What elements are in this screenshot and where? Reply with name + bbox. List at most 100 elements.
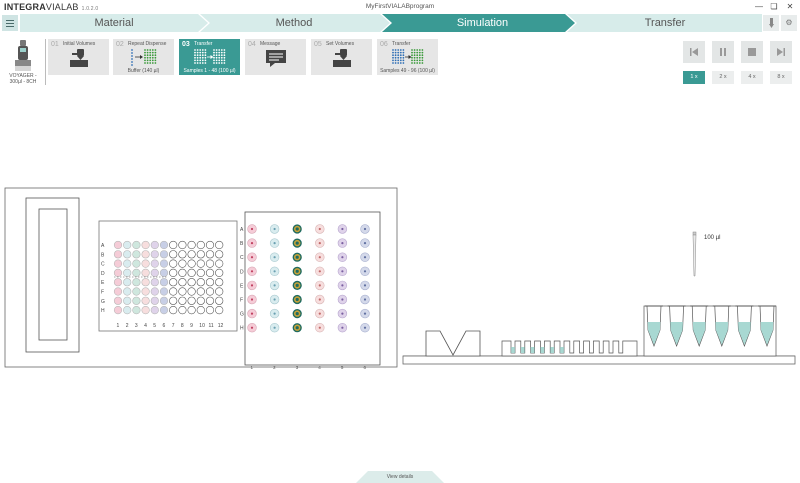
plate-96-well[interactable]	[196, 306, 205, 315]
plate-96-well[interactable]	[178, 250, 187, 259]
plate-96-well[interactable]	[123, 306, 132, 315]
plate-96-well[interactable]	[215, 268, 224, 278]
plate-96-well[interactable]	[113, 259, 123, 268]
plate-96-well[interactable]	[159, 259, 169, 268]
plate-96-well[interactable]	[113, 278, 123, 287]
plate-96-well[interactable]	[169, 306, 178, 315]
plate-96-well[interactable]	[178, 259, 187, 268]
plate-96-well[interactable]	[113, 268, 123, 278]
plate-96-well[interactable]	[205, 250, 215, 259]
plate-96-well[interactable]	[205, 268, 215, 278]
plate-96-well[interactable]	[123, 268, 132, 278]
plate-96-well[interactable]	[150, 240, 159, 250]
plate-96-well[interactable]	[141, 278, 150, 287]
plate-96-well[interactable]	[169, 259, 178, 268]
plate-96-well[interactable]	[178, 287, 187, 296]
plate-96-well[interactable]	[215, 278, 224, 287]
plate-96-well[interactable]	[150, 278, 159, 287]
plate-96-well[interactable]	[215, 259, 224, 268]
plate-96-well[interactable]	[178, 278, 187, 287]
plate-96-well[interactable]	[169, 268, 178, 278]
plate-96-well[interactable]	[169, 240, 178, 250]
plate-96-well[interactable]	[169, 287, 178, 296]
plate-96-well[interactable]	[113, 250, 123, 259]
plate-96-well[interactable]	[159, 240, 169, 250]
plate-96-well[interactable]	[215, 306, 224, 315]
plate-96-well[interactable]	[141, 287, 150, 296]
plate-96-well[interactable]	[196, 278, 205, 287]
plate-96-well[interactable]	[132, 250, 141, 259]
plate-96-well[interactable]	[132, 268, 141, 278]
plate-96-well[interactable]	[141, 306, 150, 315]
plate-96-well[interactable]	[123, 259, 132, 268]
plate-96-well[interactable]	[113, 296, 123, 305]
plate-96-well[interactable]	[123, 278, 132, 287]
plate-96-well[interactable]	[187, 259, 196, 268]
plate-96-well[interactable]	[187, 240, 196, 250]
plate-96-well[interactable]	[141, 296, 150, 305]
plate-96-well[interactable]	[196, 287, 205, 296]
plate-96-well[interactable]	[132, 287, 141, 296]
plate-96-well[interactable]	[205, 240, 215, 250]
plate-96-well[interactable]	[150, 296, 159, 305]
plate-96-well[interactable]	[113, 287, 123, 296]
plate-96-well[interactable]	[159, 250, 169, 259]
plate-96-well[interactable]	[159, 268, 169, 278]
view-details-tab[interactable]: View details	[356, 469, 444, 483]
plate-96-well[interactable]	[169, 278, 178, 287]
plate-96-well[interactable]	[215, 287, 224, 296]
plate-96-well[interactable]	[132, 296, 141, 305]
plate-96-well[interactable]	[205, 278, 215, 287]
plate-96-well[interactable]	[196, 268, 205, 278]
plate-96-well[interactable]	[150, 268, 159, 278]
plate-96-well[interactable]	[141, 259, 150, 268]
plate-96-well[interactable]	[159, 287, 169, 296]
plate-96-well[interactable]	[196, 240, 205, 250]
plate-96-well[interactable]	[141, 268, 150, 278]
plate-96-well[interactable]	[196, 250, 205, 259]
plate-96-well[interactable]	[150, 250, 159, 259]
plate-tubes-well-dot	[318, 256, 321, 259]
plate-96-well[interactable]	[178, 268, 187, 278]
plate-96-well[interactable]	[178, 296, 187, 305]
plate-96-well[interactable]	[215, 240, 224, 250]
plate-96-well[interactable]	[215, 250, 224, 259]
plate-96-well[interactable]	[187, 268, 196, 278]
plate-96-well[interactable]	[113, 240, 123, 250]
plate-96-well[interactable]	[123, 296, 132, 305]
plate-96-well[interactable]	[178, 306, 187, 315]
plate-96-well[interactable]	[141, 250, 150, 259]
plate-96-well[interactable]	[113, 306, 123, 315]
plate-96-well[interactable]	[178, 240, 187, 250]
plate-96-well[interactable]	[205, 259, 215, 268]
plate-96-col-label: 1	[117, 323, 120, 329]
plate-96-well[interactable]	[205, 287, 215, 296]
plate-96-well[interactable]	[196, 259, 205, 268]
plate-96-well[interactable]	[187, 296, 196, 305]
plate-96-well[interactable]	[150, 306, 159, 315]
plate-96-well[interactable]	[159, 278, 169, 287]
plate-96-well[interactable]	[159, 306, 169, 315]
plate-96-well[interactable]	[196, 296, 205, 305]
plate-96-well[interactable]	[123, 287, 132, 296]
plate-96-well[interactable]	[132, 306, 141, 315]
plate-tubes[interactable]	[244, 211, 381, 366]
plate-96-well[interactable]	[187, 250, 196, 259]
plate-96-well[interactable]	[150, 259, 159, 268]
plate-96-well[interactable]	[141, 240, 150, 250]
plate-96-well[interactable]	[205, 306, 215, 315]
plate-96-well[interactable]	[132, 240, 141, 250]
plate-96-well[interactable]	[169, 250, 178, 259]
plate-96-well[interactable]	[187, 306, 196, 315]
plate-96-well[interactable]	[123, 240, 132, 250]
plate-96-well[interactable]	[132, 278, 141, 287]
plate-96-well[interactable]	[159, 296, 169, 305]
plate-96-well[interactable]	[187, 278, 196, 287]
plate-96-well[interactable]	[205, 296, 215, 305]
plate-96-well[interactable]	[132, 259, 141, 268]
plate-96-well[interactable]	[215, 296, 224, 305]
plate-96-well[interactable]	[123, 250, 132, 259]
plate-96-well[interactable]	[150, 287, 159, 296]
plate-96-well[interactable]	[169, 296, 178, 305]
plate-96-well[interactable]	[187, 287, 196, 296]
